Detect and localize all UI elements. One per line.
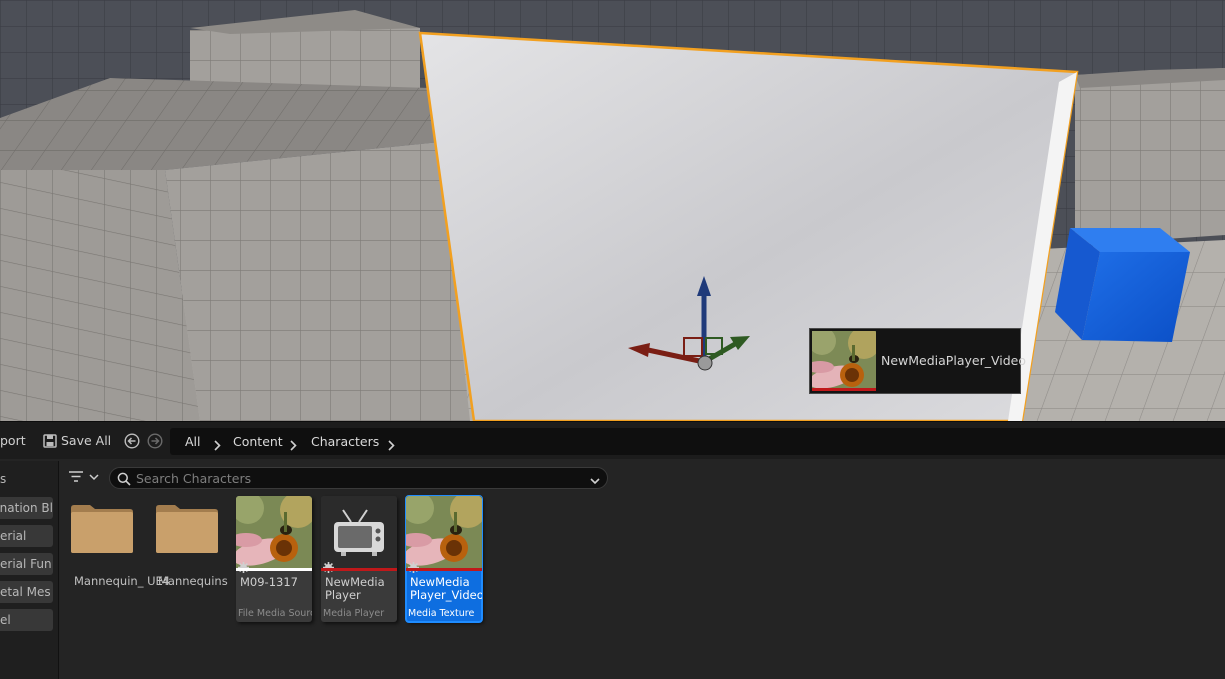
search-input[interactable]: [136, 469, 576, 487]
filter-skeletal-mesh[interactable]: etal Mes: [0, 581, 53, 603]
folder-mannequin-ue4[interactable]: Mannequin_ UE4: [70, 495, 170, 588]
folder-mannequins[interactable]: Mannequins: [155, 495, 228, 588]
chevron-right-icon[interactable]: [212, 436, 222, 455]
chevron-right-icon[interactable]: [386, 436, 396, 455]
content-browser: port Save All All Content Characters s n…: [0, 421, 1225, 679]
filters-header: s: [0, 472, 7, 486]
content-browser-toolbar: port Save All All Content Characters: [0, 421, 1225, 459]
asset-type-stripe: [406, 568, 482, 571]
flower-thumbnail: [812, 331, 876, 391]
filter-icon: [69, 471, 99, 482]
asset-card-file-media-source[interactable]: M09-1317 File Media Source: [236, 496, 312, 622]
folder-label: Mannequin_ UE4: [74, 574, 171, 588]
filter-material[interactable]: erial: [0, 525, 53, 547]
asset-type-stripe: [321, 568, 397, 571]
asset-card-media-player[interactable]: NewMedia Player Media Player: [321, 496, 397, 622]
drag-drop-tooltip: NewMediaPlayer_Video: [809, 328, 1026, 394]
back-arrow-icon[interactable]: [124, 433, 140, 453]
filter-animation-blueprint[interactable]: nation Bl: [0, 497, 53, 519]
viewport-scene[interactable]: [0, 0, 1225, 421]
tooltip-asset-name: NewMediaPlayer_Video: [881, 353, 1026, 368]
asset-name: NewMedia Player_Video: [410, 575, 482, 602]
level-viewport[interactable]: NewMediaPlayer_Video: [0, 0, 1225, 421]
breadcrumb: All Content Characters: [170, 428, 1225, 455]
folder-icon: [156, 505, 218, 553]
folder-icon: [71, 505, 133, 553]
filter-button[interactable]: [66, 469, 100, 489]
search-box[interactable]: [109, 467, 608, 489]
breadcrumb-all[interactable]: All: [185, 428, 201, 455]
forward-arrow-icon[interactable]: [147, 433, 163, 453]
asset-type-label: File Media Source: [238, 608, 312, 619]
asset-name: M09-1317: [240, 575, 298, 589]
asset-name: NewMedia Player: [325, 575, 385, 602]
chevron-down-icon[interactable]: [589, 472, 601, 491]
chevron-right-icon[interactable]: [288, 436, 298, 455]
chevron-down-icon: [89, 474, 99, 481]
blue-cube-mesh[interactable]: [1055, 228, 1190, 342]
asset-type-stripe: [236, 568, 312, 571]
filter-level[interactable]: el: [0, 609, 53, 631]
breadcrumb-characters[interactable]: Characters: [311, 428, 379, 455]
asset-type-label: Media Texture: [408, 608, 475, 619]
import-button[interactable]: port: [0, 422, 26, 460]
asset-type-label: Media Player: [323, 608, 385, 619]
asset-card-media-texture[interactable]: NewMedia Player_Video Media Texture: [405, 495, 483, 623]
search-icon: [117, 471, 131, 490]
filter-material-function[interactable]: erial Fun: [0, 553, 53, 575]
folder-label: Mannequins: [158, 574, 228, 588]
save-all-button[interactable]: Save All: [61, 422, 111, 460]
filters-sidebar: s nation Bl erial erial Fun etal Mes el: [0, 461, 59, 679]
breadcrumb-content[interactable]: Content: [233, 428, 283, 455]
save-icon: [43, 433, 57, 452]
